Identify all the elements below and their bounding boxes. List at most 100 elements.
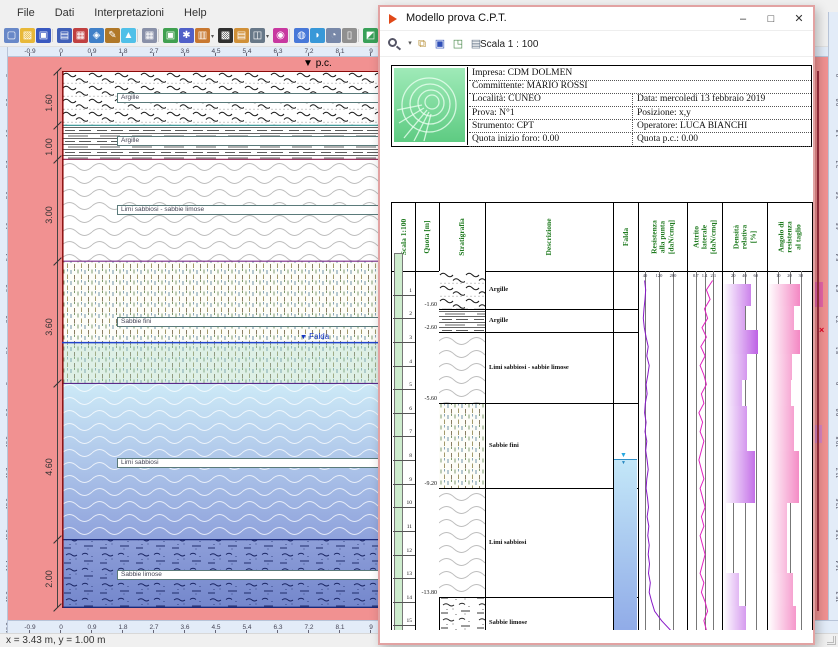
- depth-tick-line: [393, 342, 415, 343]
- falda-label: Falda: [309, 332, 329, 341]
- close-button[interactable]: ✕: [785, 7, 813, 31]
- depth-tick-line: [393, 484, 415, 485]
- depth-tick-line: [393, 602, 415, 603]
- toolbar-separator: [158, 29, 159, 42]
- copy-icon[interactable]: ⧉: [414, 36, 430, 52]
- dimension-line: [57, 71, 58, 608]
- cone-penetrometer-icon[interactable]: ▲: [121, 28, 136, 43]
- ruler-label: 7.2: [300, 48, 318, 55]
- angolo-resistenza-bar: [768, 284, 800, 306]
- ruler-label: 5.4: [238, 624, 256, 631]
- save-icon[interactable]: ▣: [432, 36, 448, 52]
- histogram-icon[interactable]: ▤: [234, 28, 249, 43]
- angolo-resistenza-bar: [768, 451, 799, 503]
- edit-icon[interactable]: ✎: [105, 28, 120, 43]
- depth-tick-number: 12: [393, 548, 412, 554]
- depth-tick-line: [393, 555, 415, 556]
- depth-tick-number: 1: [393, 288, 412, 294]
- menu-item-interpretazioni[interactable]: Interpretazioni: [85, 3, 173, 23]
- new-document-icon[interactable]: ▢: [4, 28, 19, 43]
- menu-item-file[interactable]: File: [8, 3, 44, 23]
- report-export-icon[interactable]: ▤: [57, 28, 72, 43]
- minimize-button[interactable]: –: [729, 7, 757, 31]
- maximize-button[interactable]: □: [757, 7, 785, 31]
- graph-gridline: [756, 271, 757, 630]
- ruler-label: 2.7: [145, 48, 163, 55]
- import-icon[interactable]: ◈: [89, 28, 104, 43]
- ruler-label: 0: [52, 48, 70, 55]
- quota-label: -5.60: [416, 396, 437, 402]
- quick-view-icon[interactable]: ◗: [310, 28, 325, 43]
- menu-item-help[interactable]: Help: [175, 3, 216, 23]
- selection-handle[interactable]: ×: [819, 325, 824, 335]
- layer-label: Limi sabbiosi: [117, 458, 378, 468]
- window-layout-dropdown-icon[interactable]: ▾: [266, 33, 269, 40]
- dialog-toolbar: ▾ ⧉ ▣ ◳ ▤ Scala 1 : 100: [380, 31, 813, 57]
- ruler-label: 7.2: [300, 624, 318, 631]
- chart-tool-icon[interactable]: ◩: [363, 28, 378, 43]
- html-export-icon[interactable]: ◍: [294, 28, 309, 43]
- column-header-label: Quota [m]: [423, 220, 431, 253]
- graph-gridline: [801, 271, 802, 630]
- quota-label: -2.60: [416, 325, 437, 331]
- depth-tick-number: 2: [393, 311, 412, 317]
- picture-icon[interactable]: ▣: [163, 28, 178, 43]
- zoom-icon[interactable]: [388, 38, 397, 47]
- settings-gear-icon[interactable]: ✱: [179, 28, 194, 43]
- pc-label: p.c.: [316, 58, 332, 69]
- depth-tick-number: 14: [393, 595, 412, 601]
- image-export-icon[interactable]: ▦: [73, 28, 88, 43]
- window-layout-icon[interactable]: ◫: [250, 28, 265, 43]
- dimension-label: 2.00: [44, 570, 54, 588]
- layer-label: Argille: [117, 93, 378, 103]
- line-chart-icon[interactable]: ◉: [273, 28, 288, 43]
- angolo-resistenza-bar: [768, 503, 787, 574]
- ruler-label: 4.5: [207, 624, 225, 631]
- field-localita: Località: CUNEO: [472, 94, 541, 104]
- canvas-right-sliver: ×: [815, 57, 828, 620]
- ruler-vertical-left: 0-0.9-1.8-2.7-3.6-4.5-5.4-6.3-7.2-8.1-9-…: [0, 47, 8, 633]
- ruler-tick: [184, 53, 185, 56]
- matrix-icon[interactable]: ▩: [218, 28, 233, 43]
- densita-relativa-bar: [723, 503, 726, 574]
- header-row: Quota inizio foro: 0.00Quota p.c.: 0.00: [469, 133, 811, 147]
- delete-icon[interactable]: ▯: [342, 28, 357, 43]
- print-preview-icon[interactable]: ◔: [326, 28, 341, 43]
- export-icon[interactable]: ◳: [450, 36, 466, 52]
- column-header-label: Stratigrafia: [458, 218, 466, 256]
- dialog-modello-prova-cpt: Modello prova C.P.T. – □ ✕ ▾ ⧉ ▣ ◳ ▤ Sca…: [378, 5, 815, 645]
- save-icon[interactable]: ▣: [36, 28, 51, 43]
- bar-chart-icon[interactable]: ▥: [195, 28, 210, 43]
- depth-tick-line: [393, 507, 415, 508]
- dialog-title-bar[interactable]: Modello prova C.P.T. – □ ✕: [380, 7, 813, 31]
- header-row: Impresa: CDM DOLMEN: [469, 67, 811, 81]
- angolo-resistenza-bar: [768, 406, 794, 451]
- ruler-tick: [246, 53, 247, 56]
- data-grid-icon[interactable]: ▦: [142, 28, 157, 43]
- depth-tick-number: 8: [393, 453, 412, 459]
- descrizione-label: Argille: [489, 317, 611, 324]
- open-folder-icon[interactable]: ▨: [20, 28, 35, 43]
- ruler-label: 5.4: [238, 48, 256, 55]
- column-header-label: Scala 1:100: [399, 219, 407, 255]
- toolbar-separator: [358, 29, 359, 42]
- ruler-label: 0.9: [83, 48, 101, 55]
- ruler-label: 8.1: [331, 48, 349, 55]
- densita-relativa-bar: [723, 330, 758, 354]
- densita-relativa-bar: [723, 451, 755, 503]
- depth-tick-line: [393, 625, 415, 626]
- bar-chart-dropdown-icon[interactable]: ▾: [211, 33, 214, 40]
- field-prova: Prova: N°1: [472, 108, 515, 118]
- angolo-resistenza-bar: [768, 573, 793, 606]
- falda-gradient: [614, 460, 637, 630]
- column-header-label: Resistenza alla punta [daN/cmq]: [650, 220, 675, 254]
- column-header-6: Resistenza alla punta [daN/cmq]: [638, 203, 687, 271]
- resize-grip[interactable]: [827, 636, 836, 645]
- column-header-label: Falda: [621, 228, 629, 246]
- depth-tick-number: 7: [393, 429, 412, 435]
- densita-relativa-bar: [723, 380, 742, 406]
- layer-boundary: [439, 309, 638, 310]
- menu-item-dati[interactable]: Dati: [46, 3, 84, 23]
- layer-label: Argille: [117, 136, 378, 146]
- layer-boundary: [439, 597, 638, 598]
